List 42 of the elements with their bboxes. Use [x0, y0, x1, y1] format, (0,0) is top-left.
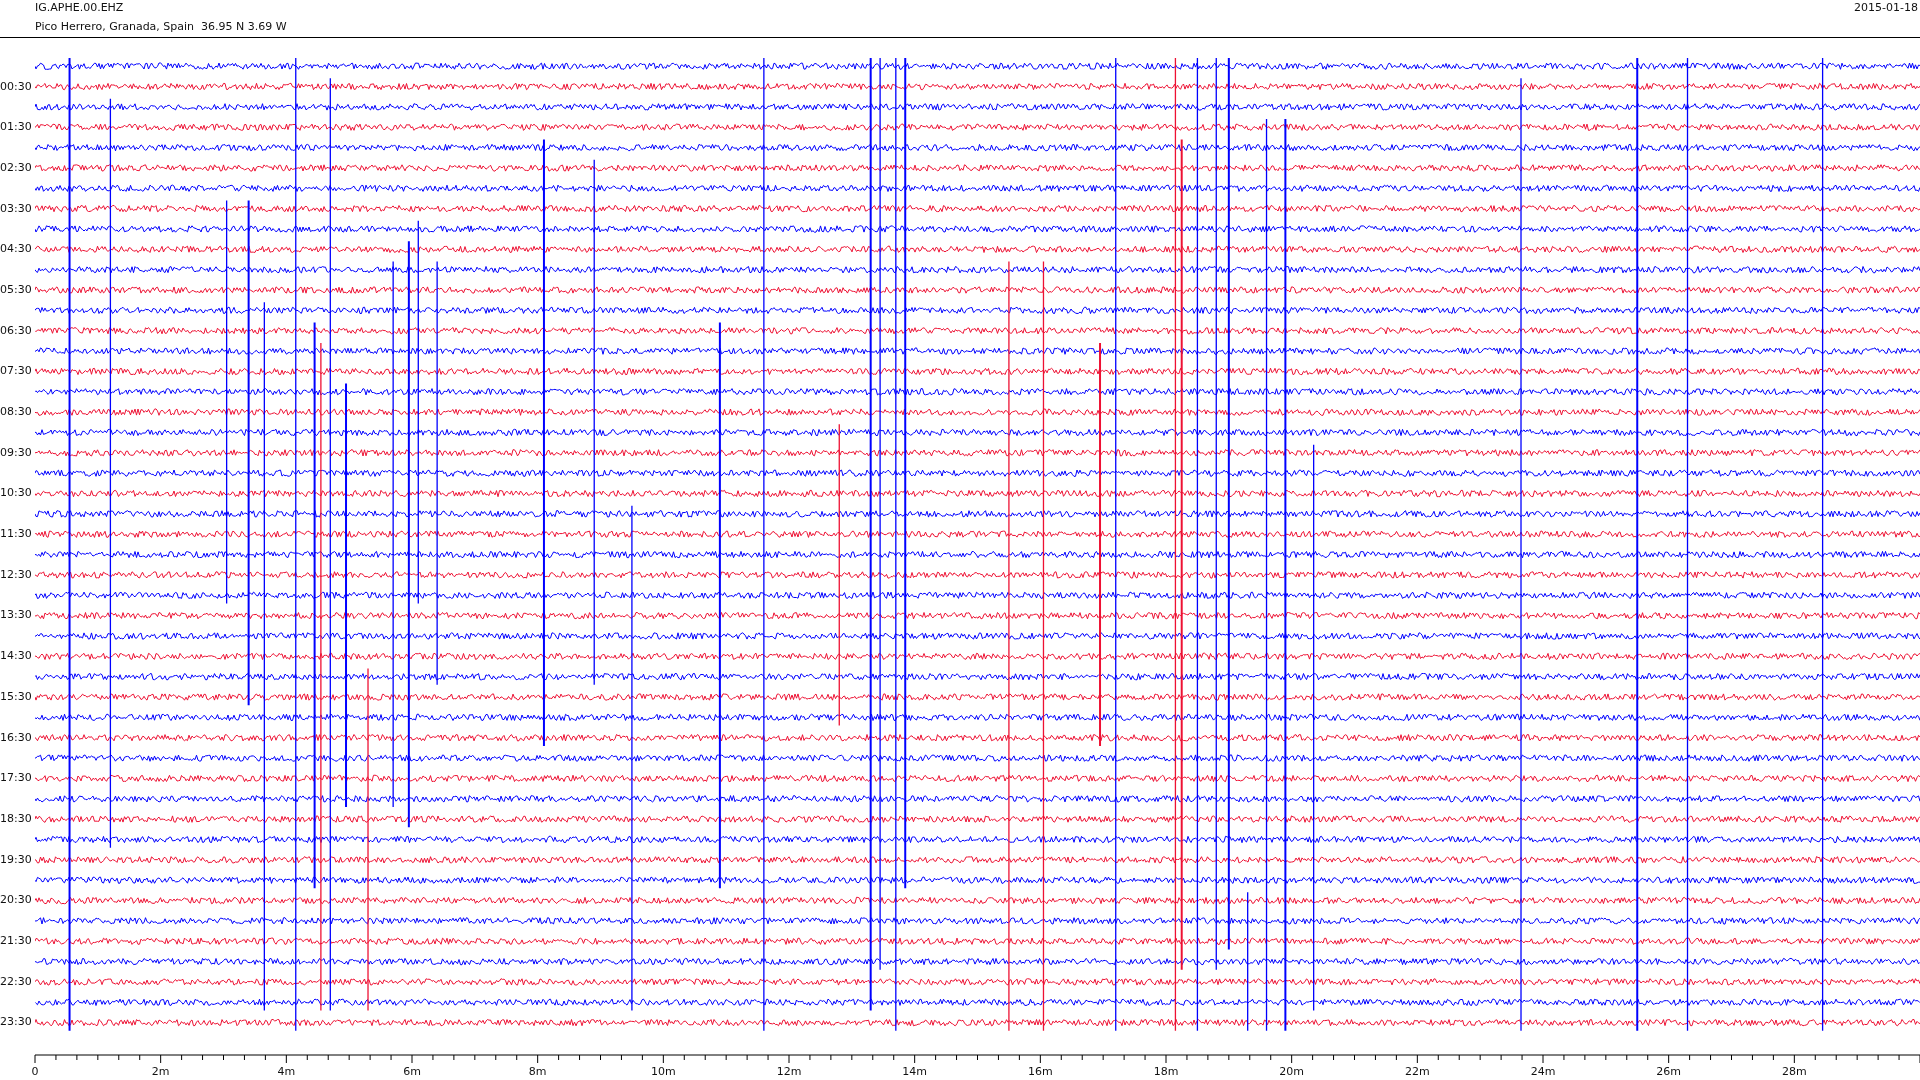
axis-tick-label: 10m	[650, 1064, 676, 1078]
time-label: 00:30	[0, 80, 32, 93]
axis-tick-label: 8m	[528, 1064, 547, 1078]
channel-code: IG.APHE.00.EHZ	[35, 1, 125, 15]
axis-tick-label: 6m	[403, 1064, 421, 1078]
axis-tick-label: 28m	[1781, 1064, 1807, 1078]
time-label: 21:30	[0, 934, 32, 947]
time-label: 08:30	[0, 406, 32, 418]
time-label: 22:30	[0, 975, 32, 988]
axis-tick-label: 2m	[151, 1064, 170, 1078]
axis-tick-label: 16m	[1027, 1064, 1053, 1078]
axis-tick-label: 12m	[776, 1064, 802, 1078]
time-label: 15:30	[0, 690, 32, 703]
axis-tick-label: 24m	[1530, 1064, 1556, 1078]
time-label: 11:30	[0, 528, 32, 541]
axis-tick-label: 18m	[1153, 1064, 1179, 1078]
time-label: 02:30	[0, 161, 32, 174]
axis-tick-label: 14m	[902, 1064, 928, 1078]
time-label: 09:30	[0, 446, 32, 459]
axis-tick-label: 4m	[277, 1064, 296, 1078]
time-label: 07:30	[0, 365, 32, 378]
time-label: 10:30	[0, 487, 32, 500]
time-label: 03:30	[0, 202, 32, 215]
time-label: 19:30	[0, 853, 32, 866]
time-label: 12:30	[0, 568, 32, 581]
time-label: 14:30	[0, 650, 32, 663]
time-label: 17:30	[0, 772, 32, 785]
time-label: 06:30	[0, 324, 32, 337]
station-location: Pico Herrero, Granada, Spain 36.95 N 3.69 W	[35, 20, 287, 34]
axis-tick-label: 0	[31, 1064, 39, 1078]
axis-tick-label: 20m	[1279, 1064, 1305, 1078]
time-label: 05:30	[0, 283, 32, 296]
axis-tick-label: 22m	[1404, 1064, 1430, 1078]
time-label: 23:30	[0, 1016, 32, 1029]
time-label: 01:30	[0, 121, 32, 134]
record-date: 2015-01-18	[1854, 1, 1918, 15]
time-label: 16:30	[0, 731, 32, 744]
axis-tick-label: 26m	[1656, 1064, 1682, 1078]
time-label: 13:30	[0, 609, 32, 622]
time-label: 20:30	[0, 894, 32, 907]
time-label: 04:30	[0, 243, 32, 256]
time-label: 18:30	[0, 812, 32, 825]
